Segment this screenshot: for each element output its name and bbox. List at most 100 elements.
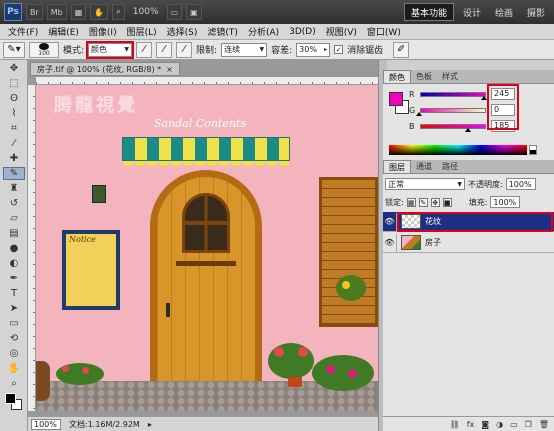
zoom-view-button[interactable]: ⌕: [112, 4, 125, 20]
lock-transparency-icon[interactable]: ▦: [406, 197, 416, 207]
tab-swatches[interactable]: 色板: [411, 70, 437, 83]
visibility-eye-icon[interactable]: 👁: [383, 212, 397, 231]
menu-analysis[interactable]: 分析(A): [248, 25, 279, 38]
lock-pixels-icon[interactable]: ✎: [418, 197, 428, 207]
tab-color[interactable]: 颜色: [383, 70, 411, 83]
menu-3d[interactable]: 3D(D): [289, 27, 316, 37]
tab-paths[interactable]: 路径: [437, 160, 463, 173]
pen-tool[interactable]: ✒: [3, 272, 25, 285]
sampling-continuous-button[interactable]: ⁄: [136, 41, 153, 58]
vertical-ruler[interactable]: [28, 85, 36, 411]
type-icon: T: [10, 288, 18, 299]
menu-edit[interactable]: 编辑(E): [48, 25, 79, 38]
opacity-input[interactable]: 100%: [505, 178, 536, 190]
arrange-documents-button[interactable]: ▭: [166, 4, 183, 20]
blend-mode-select[interactable]: 正常 ▼: [385, 178, 465, 190]
brush-size-picker[interactable]: 100: [29, 41, 59, 58]
quick-select-tool[interactable]: ⌇: [3, 107, 25, 120]
workspace-design[interactable]: 设计: [458, 6, 486, 19]
tool-preset-picker[interactable]: ✎▾: [3, 41, 25, 58]
menu-window[interactable]: 窗口(W): [367, 25, 401, 38]
lasso-tool[interactable]: ʘ: [3, 92, 25, 105]
sampling-background-button[interactable]: ⁄: [176, 41, 193, 58]
menu-file[interactable]: 文件(F): [8, 25, 38, 38]
marquee-tool[interactable]: ⬚: [3, 77, 25, 90]
fill-input[interactable]: 100%: [490, 196, 521, 208]
shape-tool[interactable]: ▭: [3, 317, 25, 330]
red-slider[interactable]: [420, 91, 486, 97]
workspace-essentials-button[interactable]: 基本功能: [403, 3, 454, 21]
blue-slider-thumb[interactable]: [465, 128, 471, 132]
image-canvas[interactable]: 腾龍視覺 Sandal Contents Notice: [36, 85, 378, 411]
mini-bridge-button[interactable]: Mb: [46, 4, 67, 20]
visibility-eye-icon[interactable]: 👁: [383, 233, 397, 252]
adjustment-layer-icon[interactable]: ◑: [496, 420, 503, 429]
healing-brush-tool[interactable]: ✚: [3, 152, 25, 165]
tab-channels[interactable]: 通道: [411, 160, 437, 173]
blur-tool[interactable]: ●: [3, 242, 25, 255]
menu-select[interactable]: 选择(S): [167, 25, 198, 38]
link-layers-icon[interactable]: ⛓: [450, 420, 460, 429]
document-info[interactable]: 文档:1.16M/2.92M: [69, 419, 140, 430]
blue-slider[interactable]: [420, 123, 486, 129]
black-white-ramp[interactable]: [529, 145, 537, 155]
tolerance-input[interactable]: 30% ▸: [296, 42, 331, 57]
eyedropper-tool[interactable]: ⁄: [3, 137, 25, 150]
color-replacement-tool[interactable]: ✎: [3, 167, 25, 180]
trash-icon[interactable]: 🗑: [539, 420, 549, 429]
hand-view-button[interactable]: ✋: [90, 4, 109, 20]
tab-layers[interactable]: 图层: [383, 160, 411, 173]
gradient-tool[interactable]: ▤: [3, 227, 25, 240]
move-tool[interactable]: ✥: [3, 62, 25, 75]
3d-orbit-tool[interactable]: ◎: [3, 347, 25, 360]
green-slider[interactable]: [420, 107, 486, 113]
workspace-painting[interactable]: 绘画: [490, 6, 518, 19]
hand-tool[interactable]: ✋: [3, 362, 25, 375]
layer-row-house[interactable]: 👁 房子: [383, 233, 554, 253]
eraser-tool[interactable]: ▱: [3, 212, 25, 225]
pen-icon: ✒: [9, 273, 19, 284]
foreground-color-swatch[interactable]: [5, 393, 16, 404]
close-icon[interactable]: ×: [166, 65, 173, 74]
blend-mode-value: 正常: [388, 179, 404, 189]
type-tool[interactable]: T: [3, 287, 25, 300]
lock-all-icon[interactable]: ■: [442, 197, 452, 207]
menu-layer[interactable]: 图层(L): [127, 25, 157, 38]
horizontal-ruler[interactable]: [36, 77, 378, 85]
sampling-once-button[interactable]: ⁄: [156, 41, 173, 58]
limit-select[interactable]: 连续 ▼: [221, 42, 268, 57]
zoom-level-field[interactable]: 100%: [31, 418, 61, 430]
chevron-right-icon[interactable]: ▸: [148, 420, 152, 429]
new-layer-icon[interactable]: ❐: [525, 420, 532, 429]
3d-rotate-tool[interactable]: ⟲: [3, 332, 25, 345]
antialias-checkbox[interactable]: ✓: [334, 45, 344, 54]
history-brush-tool[interactable]: ↺: [3, 197, 25, 210]
stamp-icon: ♜: [9, 183, 19, 194]
bridge-button[interactable]: Br: [26, 4, 43, 20]
color-panel-foreground-swatch[interactable]: [389, 92, 403, 106]
view-extras-button[interactable]: ▦: [70, 4, 87, 20]
layer-row-pattern[interactable]: 👁 花纹: [383, 212, 554, 232]
menu-image[interactable]: 图像(I): [89, 25, 117, 38]
document-tab[interactable]: 房子.tif @ 100% (花纹, RGB/8) * ×: [30, 62, 180, 76]
menu-filter[interactable]: 滤镜(T): [207, 25, 238, 38]
eraser-icon: ▱: [10, 213, 18, 224]
mode-select[interactable]: 颜色 ▼: [86, 40, 135, 59]
screen-mode-button[interactable]: ▣: [186, 4, 202, 20]
add-mask-icon[interactable]: ◙: [481, 420, 489, 429]
tablet-pressure-button[interactable]: ✐: [393, 41, 410, 58]
new-group-icon[interactable]: ▭: [510, 420, 518, 429]
path-selection-tool[interactable]: ➤: [3, 302, 25, 315]
color-spectrum-ramp[interactable]: [389, 145, 527, 155]
lock-position-icon[interactable]: ✥: [430, 197, 440, 207]
clone-stamp-tool[interactable]: ♜: [3, 182, 25, 195]
crop-tool[interactable]: ⌗: [3, 122, 25, 135]
menu-view[interactable]: 视图(V): [326, 25, 357, 38]
app-zoom-level[interactable]: 100%: [129, 7, 163, 17]
workspace-photography[interactable]: 摄影: [522, 6, 550, 19]
tab-styles[interactable]: 样式: [437, 70, 463, 83]
zoom-tool[interactable]: ⌕: [3, 377, 25, 390]
dodge-tool[interactable]: ◐: [3, 257, 25, 270]
layer-style-icon[interactable]: fx: [467, 420, 475, 429]
green-slider-thumb[interactable]: [416, 112, 422, 116]
